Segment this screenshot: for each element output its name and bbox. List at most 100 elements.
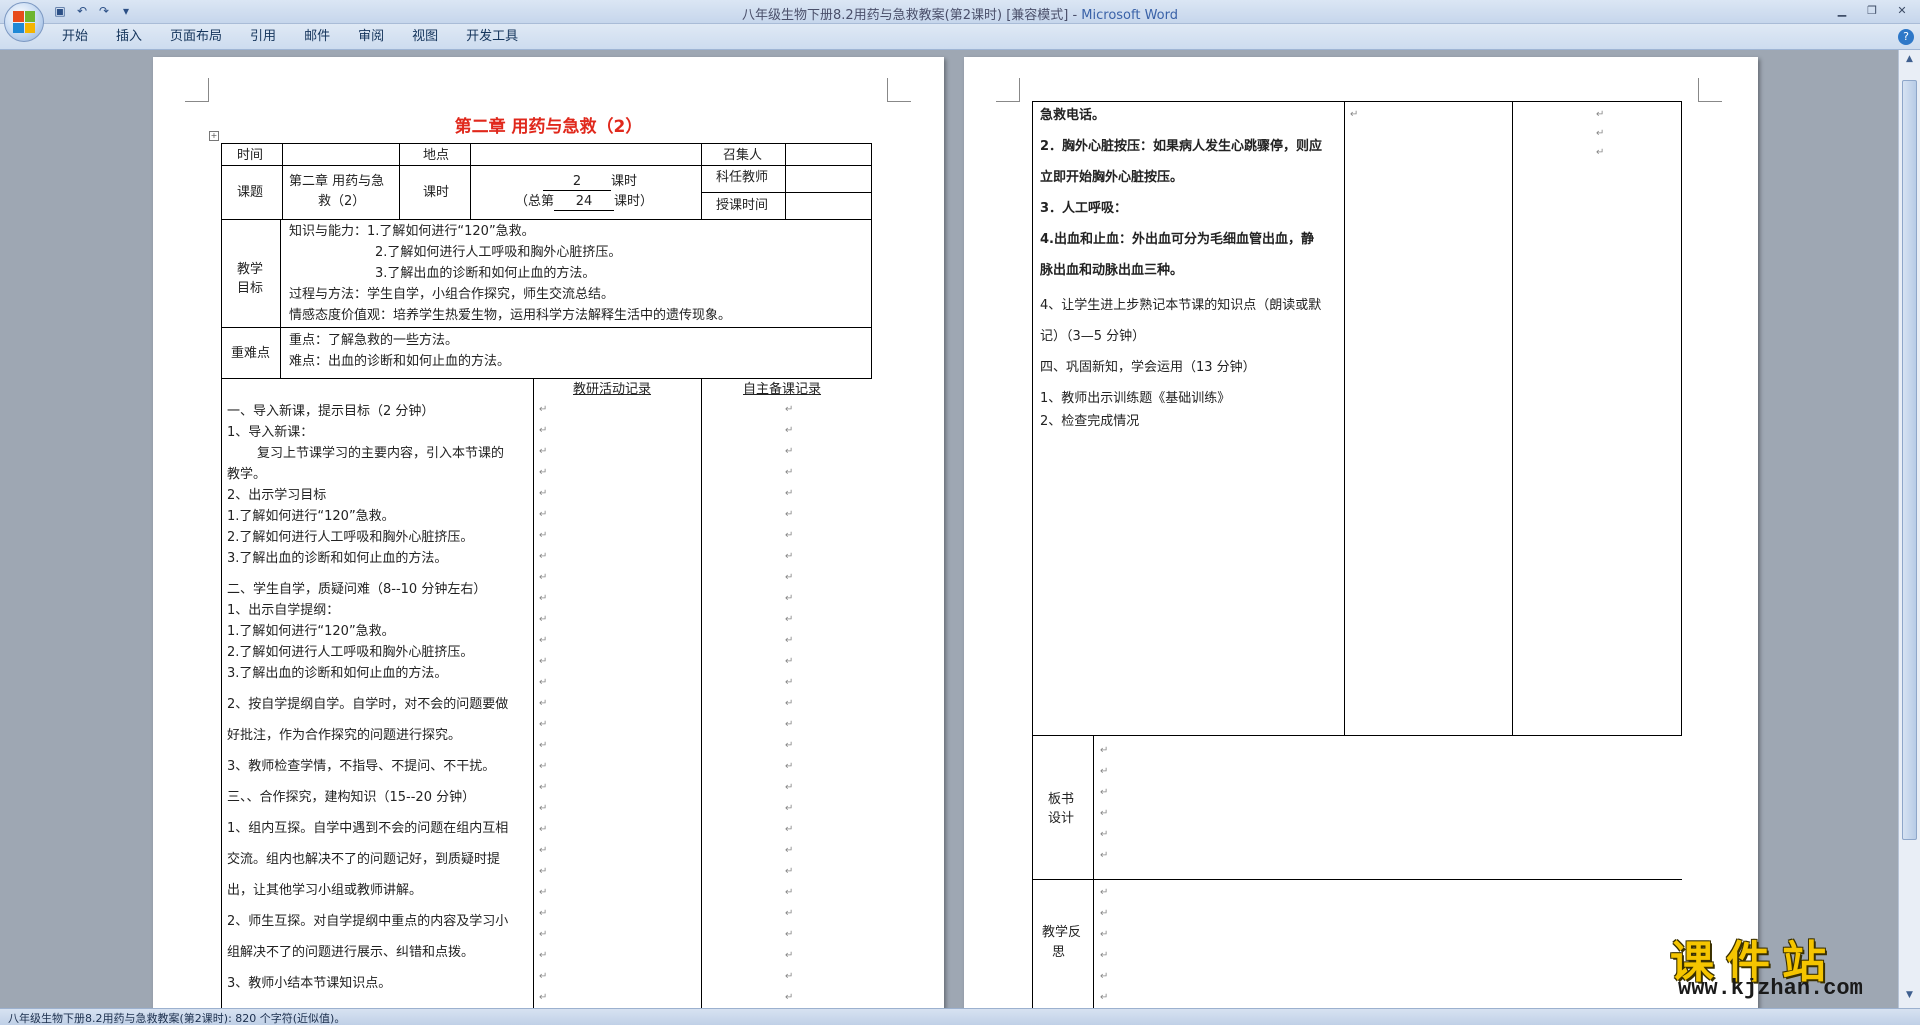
reflection-label-line-2: 思 [1052,945,1066,960]
body-line: 4、让学生进上步熟记本节课的知识点（朗读或默 [1040,298,1322,313]
paragraph-mark: ↵ [539,425,548,436]
topic-value-line-2: 救（2） [318,194,366,209]
paragraph-mark: ↵ [539,908,548,919]
topic-label: 课题 [237,185,264,200]
body-line: 2、按自学提纲自学。自学时，对不会的问题要做 [227,697,509,712]
paragraph-mark: ↵ [1350,109,1359,120]
paragraph-mark: ↵ [785,404,794,415]
body-line: 复习上节课学习的主要内容，引入本节课的 [257,446,505,461]
hours-total-number: 24 [554,194,615,211]
scroll-thumb[interactable] [1902,80,1917,840]
hours-total-suffix: 课时） [614,194,654,209]
body-line: 1、导入新课： [227,425,314,440]
paragraph-mark: ↵ [539,677,548,688]
close-icon[interactable]: ✕ [1888,1,1916,21]
paragraph-mark: ↵ [785,677,794,688]
body-line: 记）（3—5 分钟） [1040,329,1146,344]
paragraph-mark: ↵ [539,446,548,457]
scroll-up-icon[interactable]: ▲ [1902,52,1917,66]
paragraph-mark: ↵ [539,866,548,877]
status-text: 八年级生物下册8.2用药与急救教案(第2课时): 820 个字符(近似值)。 [8,1012,346,1025]
body-line: 3.了解出血的诊断和如何止血的方法。 [227,551,448,566]
body-line: 3.了解出血的诊断和如何止血的方法。 [227,666,448,681]
research-column-header: 教研活动记录 [573,382,652,397]
crop-mark [887,78,911,102]
body-line: 3、教师小结本节课知识点。 [227,976,392,991]
paragraph-mark: ↵ [1596,147,1605,158]
board-design-label-line-2: 设计 [1048,811,1075,826]
body-line: 4.出血和止血：外出血可分为毛细血管出血，静 [1040,232,1314,247]
body-line: 2、师生互探。对自学提纲中重点的内容及学习小 [227,914,509,929]
paragraph-mark: ↵ [785,929,794,940]
hours-total: （总第 24 课时） [515,194,653,211]
topic-value-line-1: 第二章 用药与急 [289,174,385,189]
paragraph-mark: ↵ [539,509,548,520]
body-line: 脉出血和动脉出血三种。 [1040,263,1184,278]
paragraph-mark: ↵ [539,467,548,478]
goal-line: 情感态度价值观：培养学生热爱生物，运用科学方法解释生活中的遗传现象。 [289,308,732,323]
paragraph-mark: ↵ [785,887,794,898]
page-1: + 第二章 用药与急救（2） 时间 地点 召集人 课题 第二章 用药与急 救（2… [153,57,944,1008]
paragraph-mark: ↵ [539,992,548,1003]
body-line: 3．人工呼吸： [1040,201,1128,216]
paragraph-mark: ↵ [539,950,548,961]
goals-label-line-1: 教学 [237,262,264,277]
help-icon[interactable]: ? [1898,29,1914,45]
office-button[interactable] [4,2,44,42]
paragraph-mark: ↵ [1100,745,1109,756]
maximize-icon[interactable]: ❐ [1858,1,1886,21]
tab-insert[interactable]: 插入 [102,29,156,45]
body-line: 2.了解如何进行人工呼吸和胸外心脏挤压。 [227,645,474,660]
paragraph-mark: ↵ [539,614,548,625]
tab-developer[interactable]: 开发工具 [452,29,532,45]
paragraph-mark: ↵ [539,845,548,856]
status-bar: 八年级生物下册8.2用药与急救教案(第2课时): 820 个字符(近似值)。 [0,1008,1920,1025]
paragraph-mark: ↵ [785,761,794,772]
goal-line: 过程与方法：学生自学，小组合作探究，师生交流总结。 [289,287,615,302]
paragraph-mark: ↵ [785,509,794,520]
window-controls: ▁ ❐ ✕ [1828,1,1916,21]
body-line: 2、出示学习目标 [227,488,327,503]
tab-page-layout[interactable]: 页面布局 [156,29,236,45]
hours-number: 2 [543,174,611,191]
paragraph-mark: ↵ [539,488,548,499]
paragraph-mark: ↵ [539,719,548,730]
paragraph-mark: ↵ [539,530,548,541]
tab-references[interactable]: 引用 [236,29,290,45]
body-line: 2.了解如何进行人工呼吸和胸外心脏挤压。 [227,530,474,545]
body-line: 2、检查完成情况 [1040,414,1140,429]
convener-label: 召集人 [723,148,763,163]
paragraph-mark: ↵ [785,572,794,583]
paragraph-mark: ↵ [539,824,548,835]
key-point-line: 重点：了解急救的一些方法。 [289,333,459,348]
tab-view[interactable]: 视图 [398,29,452,45]
body-line: 二、学生自学，质疑问难（8--10 分钟左右） [227,582,487,597]
paragraph-mark: ↵ [1596,128,1605,139]
paragraph-mark: ↵ [785,635,794,646]
body-line: 出，让其他学习小组或教师讲解。 [227,883,423,898]
tab-home[interactable]: 开始 [48,29,102,45]
teacher-label: 科任教师 [716,170,769,185]
tab-mailings[interactable]: 邮件 [290,29,344,45]
goal-line: 2.了解如何进行人工呼吸和胸外心脏挤压。 [375,245,622,260]
paragraph-mark: ↵ [785,782,794,793]
minimize-icon[interactable]: ▁ [1828,1,1856,21]
body-line: 好批注，作为合作探究的问题进行探究。 [227,728,462,743]
lesson-time-label: 授课时间 [716,198,769,213]
paragraph-mark: ↵ [1100,850,1109,861]
paragraph-mark: ↵ [539,929,548,940]
paragraph-mark: ↵ [539,698,548,709]
document-workspace: + 第二章 用药与急救（2） 时间 地点 召集人 课题 第二章 用药与急 救（2… [0,50,1898,1008]
window-title: 八年级生物下册8.2用药与急救教案(第2课时) [兼容模式] - Microso… [0,4,1920,23]
paragraph-mark: ↵ [785,992,794,1003]
key-points-label: 重难点 [231,346,271,361]
hours-total-prefix: （总第 [515,194,555,209]
paragraph-mark: ↵ [785,740,794,751]
paragraph-mark: ↵ [785,593,794,604]
office-logo-icon [13,11,35,33]
self-prep-column-header: 自主备课记录 [743,382,822,397]
paragraph-mark: ↵ [539,404,548,415]
body-line: 1、教师出示训练题《基础训练》 [1040,391,1231,406]
tab-review[interactable]: 审阅 [344,29,398,45]
vertical-scrollbar[interactable]: ▲ ▼ [1898,50,1920,1008]
